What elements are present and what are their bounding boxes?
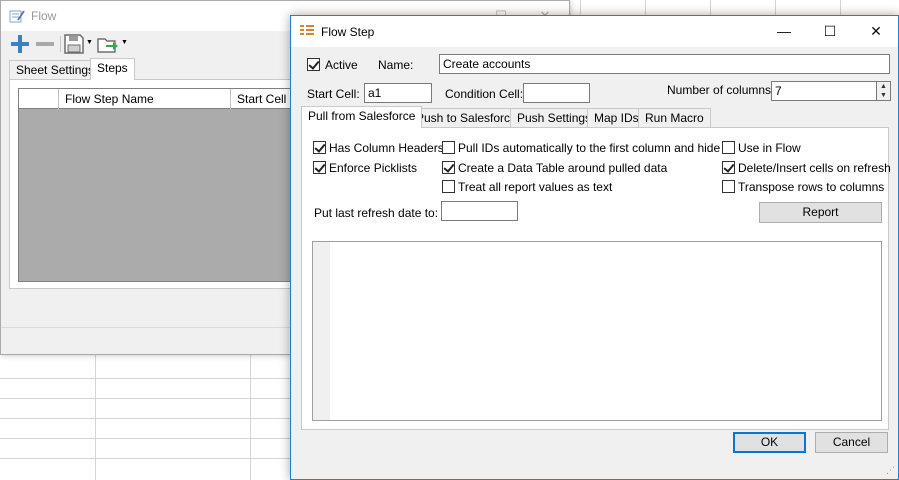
tab-run-macro[interactable]: Run Macro: [638, 108, 711, 128]
dialog-titlebar: Flow Step — ☐ ✕: [291, 16, 898, 47]
create-data-table-checkbox[interactable]: [442, 161, 455, 174]
transpose-checkbox[interactable]: [722, 180, 735, 193]
name-field[interactable]: Create accounts: [439, 54, 890, 74]
grid-col-flow-step-name[interactable]: Flow Step Name: [59, 89, 231, 109]
ok-button[interactable]: OK: [733, 432, 806, 453]
enforce-picklists-checkbox[interactable]: [313, 161, 326, 174]
pull-ids-label: Pull IDs automatically to the first colu…: [458, 141, 730, 155]
refresh-date-field[interactable]: [441, 201, 518, 221]
open-dropdown-chevron-icon[interactable]: ▼: [121, 39, 128, 46]
add-icon[interactable]: [9, 33, 31, 55]
enforce-picklists-label: Enforce Picklists: [329, 161, 418, 175]
delete-insert-checkbox[interactable]: [722, 161, 735, 174]
tab-sheet-settings[interactable]: Sheet Settings: [9, 60, 102, 80]
treat-as-text-checkbox[interactable]: [442, 180, 455, 193]
refresh-date-label: Put last refresh date to:: [314, 206, 439, 220]
cancel-button[interactable]: Cancel: [815, 432, 888, 453]
flow-window-title: Flow: [31, 9, 57, 23]
report-button[interactable]: Report: [759, 202, 882, 223]
stepper-down-icon[interactable]: ▼: [877, 91, 890, 100]
resize-grip-icon[interactable]: ⋰: [886, 465, 895, 476]
flow-step-icon: [300, 24, 314, 38]
report-text-area[interactable]: [312, 241, 882, 421]
dialog-minimize-button[interactable]: —: [761, 16, 807, 47]
use-in-flow-checkbox[interactable]: [722, 141, 735, 154]
delete-insert-label: Delete/Insert cells on refresh: [738, 161, 891, 175]
flow-toolbar: ▼ ▼: [7, 33, 207, 55]
condition-cell-field[interactable]: [523, 83, 590, 103]
dialog-maximize-button[interactable]: ☐: [807, 16, 853, 47]
active-checkbox[interactable]: [307, 58, 320, 71]
num-columns-stepper[interactable]: ▲ ▼: [876, 81, 891, 101]
dialog-close-button[interactable]: ✕: [853, 16, 899, 47]
treat-as-text-label: Treat all report values as text: [458, 180, 613, 194]
save-icon[interactable]: [63, 33, 85, 55]
remove-icon[interactable]: [34, 33, 56, 55]
toolbar-separator: [60, 36, 61, 52]
create-data-table-label: Create a Data Table around pulled data: [458, 161, 668, 175]
text-area-margin: [313, 242, 330, 420]
pull-from-salesforce-panel: Has Column Headers Enforce Picklists Pul…: [301, 127, 891, 430]
tab-push-settings[interactable]: Push Settings: [510, 108, 599, 128]
tab-pull-from-salesforce[interactable]: Pull from Salesforce: [301, 106, 423, 128]
tab-push-to-salesforce[interactable]: Push to Salesforce: [409, 108, 524, 128]
dialog-title: Flow Step: [321, 25, 375, 39]
tab-steps[interactable]: Steps: [90, 58, 135, 80]
num-columns-field[interactable]: 7: [771, 81, 877, 101]
active-label: Active: [325, 58, 358, 72]
start-cell-field[interactable]: a1: [364, 83, 432, 103]
name-label: Name:: [378, 58, 414, 72]
start-cell-label: Start Cell:: [307, 87, 360, 101]
use-in-flow-label: Use in Flow: [738, 141, 801, 155]
stepper-up-icon[interactable]: ▲: [877, 82, 890, 91]
has-column-headers-checkbox[interactable]: [313, 141, 326, 154]
num-columns-label: Number of columns:: [667, 83, 775, 97]
transpose-label: Transpose rows to columns: [738, 180, 885, 194]
grid-row-header: [19, 89, 59, 109]
has-column-headers-label: Has Column Headers: [329, 141, 444, 155]
tab-map-ids[interactable]: Map IDs: [587, 108, 646, 128]
flow-step-dialog: Flow Step — ☐ ✕ Active Name: Create acco…: [290, 15, 899, 480]
flow-app-icon: [9, 8, 25, 24]
condition-cell-label: Condition Cell:: [445, 87, 524, 101]
open-folder-icon[interactable]: [97, 33, 119, 55]
pull-ids-checkbox[interactable]: [442, 141, 455, 154]
save-dropdown-chevron-icon[interactable]: ▼: [86, 39, 93, 46]
